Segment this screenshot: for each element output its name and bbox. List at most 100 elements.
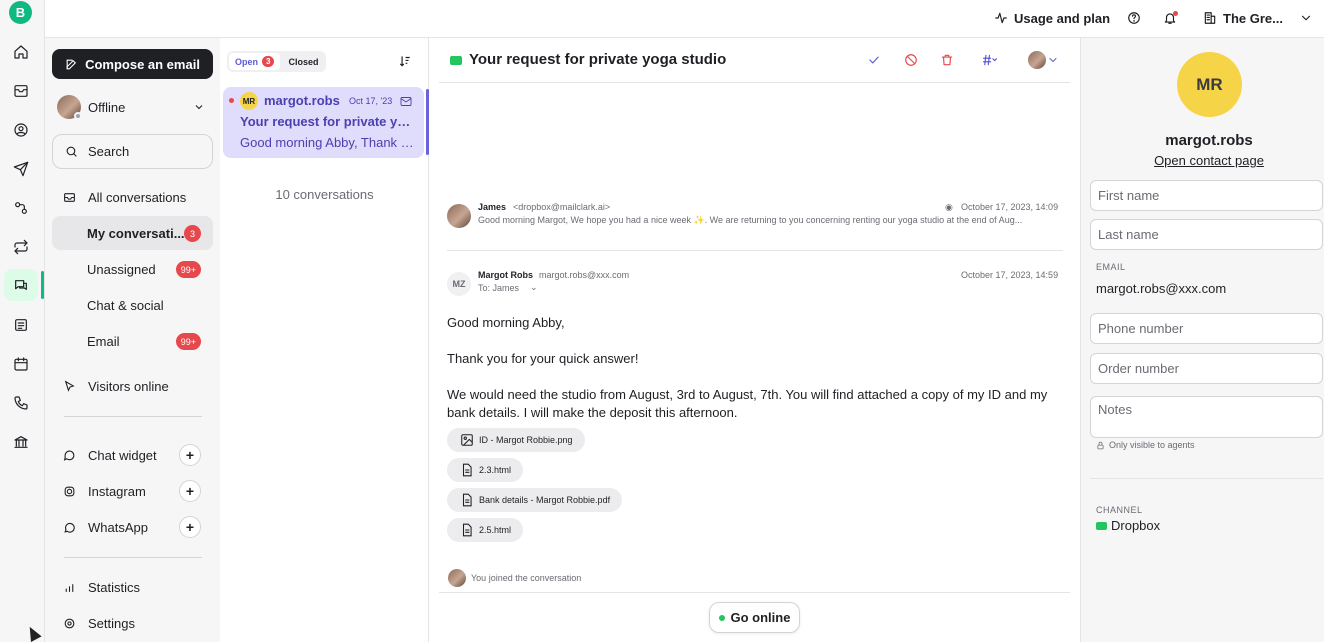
conversations-icon[interactable] [12, 277, 30, 295]
conversation-header: Your request for private yoga studio [439, 38, 1070, 83]
sidebar-item-instagram[interactable]: Instagram + [52, 474, 213, 508]
first-name-field[interactable]: First name [1090, 180, 1323, 211]
home-icon[interactable] [12, 43, 30, 61]
contacts-icon[interactable] [12, 121, 30, 139]
chevron-down-icon [1049, 58, 1057, 62]
sidebar-item-statistics[interactable]: Statistics [52, 570, 213, 604]
bank-icon[interactable] [12, 433, 30, 451]
usage-and-plan-link[interactable]: Usage and plan [994, 0, 1110, 36]
sender-name: James [478, 202, 507, 212]
avatar: MZ [447, 272, 471, 296]
building-icon [1204, 12, 1216, 24]
sidebar-item-label: Chat & social [87, 297, 164, 313]
knowledge-base-icon[interactable] [12, 316, 30, 334]
divider [64, 416, 202, 417]
message-date: October 17, 2023, 14:09 [961, 202, 1059, 212]
sidebar-item-settings[interactable]: Settings [52, 606, 213, 640]
phone-number-field[interactable]: Phone number [1090, 313, 1323, 344]
whatsapp-icon [64, 522, 75, 533]
unread-dot [229, 98, 234, 103]
attachment-name: 2.5.html [479, 525, 512, 535]
conversation-item[interactable]: MR margot.robs Oct 17, '23 Your request … [223, 87, 429, 158]
attachment[interactable]: 2.5.html [447, 518, 524, 542]
open-contact-page-link[interactable]: Open contact page [1081, 153, 1324, 168]
sidebar-item-visitors-online[interactable]: Visitors online [52, 369, 213, 403]
chat-bubble-icon [63, 450, 75, 461]
workspace-switcher[interactable]: The Gre... [1203, 0, 1313, 36]
tab-label: Closed [288, 56, 319, 67]
delete-button[interactable] [940, 53, 954, 67]
order-number-field[interactable]: Order number [1090, 353, 1323, 384]
workflow-icon[interactable] [12, 199, 30, 217]
contact-panel: MR margot.robs Open contact page First n… [1080, 38, 1324, 642]
sidebar-item-all-conversations[interactable]: All conversations [52, 180, 213, 214]
sidebar-item-email[interactable]: Email 99+ [52, 324, 213, 358]
attachment[interactable]: Bank details - Margot Robbie.pdf [447, 488, 623, 512]
calendar-icon[interactable] [12, 355, 30, 373]
sidebar-item-label: All conversations [88, 189, 187, 205]
avatar: MR [240, 92, 258, 110]
divider [1090, 478, 1323, 479]
sidebar-item-chat-widget[interactable]: Chat widget + [52, 438, 213, 472]
notifications-button[interactable] [1163, 0, 1178, 36]
conversation-view: Your request for private yoga studio Jam… [429, 38, 1080, 642]
message-line: Thank you for your quick answer! [447, 351, 639, 366]
attachment[interactable]: ID - Margot Robbie.png [447, 428, 585, 452]
status-selector[interactable]: Offline [57, 94, 207, 120]
close-conversation-button[interactable] [867, 53, 881, 67]
sidebar-item-my-conversations[interactable]: My conversati... 3 [52, 216, 213, 250]
message-line: Good morning Abby, [447, 315, 565, 330]
help-button[interactable] [1127, 0, 1141, 36]
conversation-subject: Your request for private yoga studio [240, 114, 415, 129]
tab-closed[interactable]: Closed [282, 53, 324, 70]
last-name-field[interactable]: Last name [1090, 219, 1323, 250]
sidebar-item-chat-social[interactable]: Chat & social [52, 288, 213, 322]
notes-field[interactable]: Notes [1090, 396, 1323, 438]
chevron-down-icon[interactable]: ⌄ [530, 282, 538, 293]
send-icon[interactable] [12, 160, 30, 178]
attachment[interactable]: 2.3.html [447, 458, 524, 482]
contact-name: margot.robs [264, 93, 340, 108]
tab-open[interactable]: Open 3 [229, 53, 281, 70]
lock-icon [1097, 441, 1104, 449]
email-channel-icon [450, 56, 462, 65]
sidebar-item-label: Email [87, 333, 120, 349]
add-instagram-button[interactable]: + [179, 480, 201, 502]
app-logo[interactable]: B [9, 1, 32, 24]
active-rail-indicator [41, 271, 44, 299]
count-badge: 3 [262, 56, 275, 67]
divider [439, 592, 1070, 593]
sender-name: Margot Robs [478, 270, 533, 280]
repeat-icon[interactable] [12, 238, 30, 256]
add-chat-widget-button[interactable]: + [179, 444, 201, 466]
phone-icon[interactable] [12, 394, 30, 412]
add-whatsapp-button[interactable]: + [179, 516, 201, 538]
sort-button[interactable] [398, 54, 412, 71]
sidebar-item-unassigned[interactable]: Unassigned 99+ [52, 252, 213, 286]
assignee-dropdown[interactable] [1047, 53, 1059, 67]
email-value[interactable]: margot.robs@xxx.com [1096, 281, 1226, 296]
sidebar: Compose an email Offline Search All conv… [45, 38, 220, 642]
notification-dot [1173, 11, 1178, 16]
sidebar-item-whatsapp[interactable]: WhatsApp + [52, 510, 213, 544]
inbox-tray-icon[interactable] [12, 82, 30, 100]
tag-button[interactable] [977, 53, 1003, 67]
trash-icon [941, 54, 953, 66]
message-preview[interactable]: Good morning Margot, We hope you had a n… [478, 215, 1064, 226]
go-online-button[interactable]: Go online [709, 602, 800, 633]
status-dot [74, 112, 82, 120]
block-button[interactable] [904, 53, 918, 67]
sidebar-item-label: Visitors online [88, 378, 169, 394]
message-date: October 17, 2023, 14:59 [961, 270, 1059, 280]
document-icon [462, 463, 472, 477]
notes-hint: Only visible to agents [1096, 440, 1195, 450]
bar-chart-icon [65, 583, 74, 592]
conversation-title: Your request for private yoga studio [469, 51, 727, 68]
sidebar-item-label: Statistics [88, 579, 141, 595]
assignee-avatar[interactable] [1028, 51, 1046, 69]
activity-icon [995, 12, 1007, 24]
help-icon [1128, 12, 1140, 24]
compose-email-button[interactable]: Compose an email [52, 49, 213, 79]
inbox-icon [64, 192, 75, 202]
search-button[interactable]: Search [52, 134, 213, 169]
